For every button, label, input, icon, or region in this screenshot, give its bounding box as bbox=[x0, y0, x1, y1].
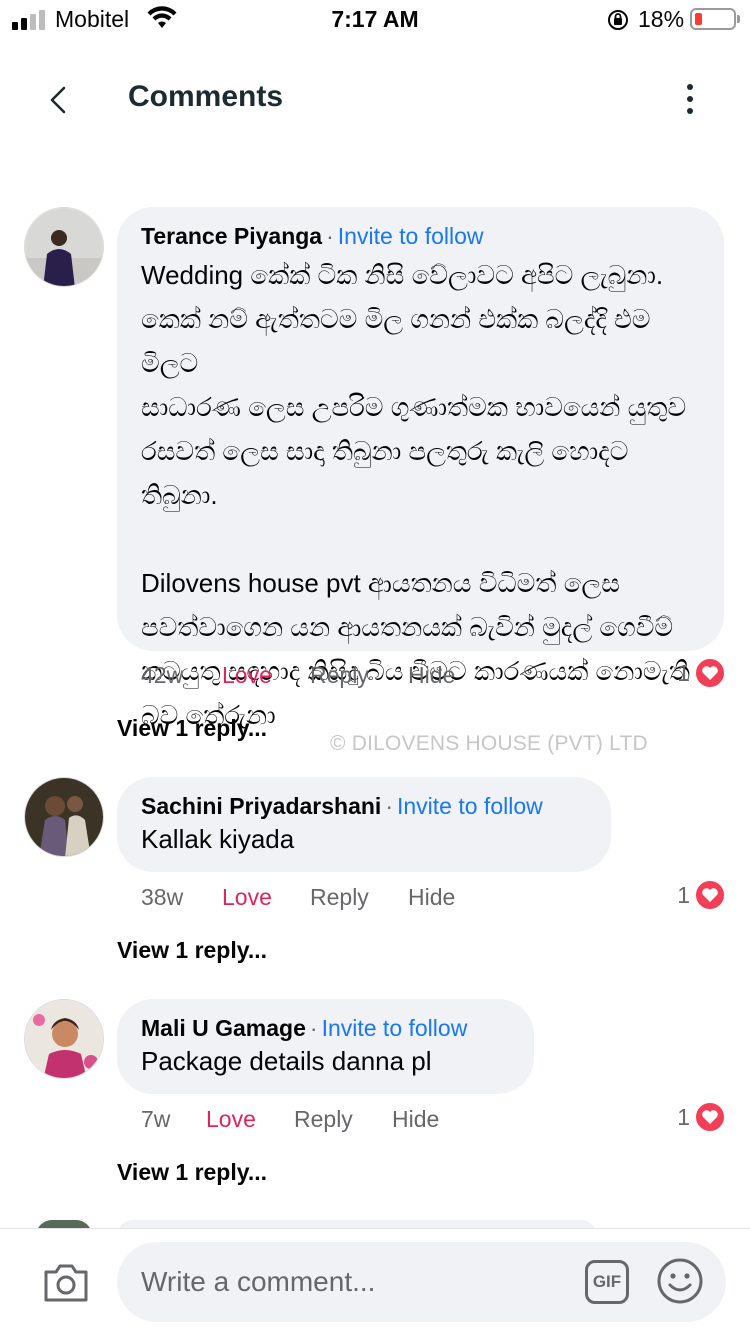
comment-author[interactable]: Sachini Priyadarshani bbox=[141, 793, 381, 819]
comment-bubble[interactable]: Terance Piyanga · Invite to follow Wedding… bbox=[117, 207, 724, 730]
comment-text: Kallak kiyada bbox=[141, 824, 295, 854]
reaction-count: 1 bbox=[677, 1103, 690, 1130]
comment-input-placeholder: Write a comment... bbox=[141, 1266, 376, 1297]
comment-age: 42w bbox=[141, 662, 184, 688]
reaction-count: 1 bbox=[677, 659, 690, 686]
view-replies-link[interactable]: View 1 reply... bbox=[117, 1159, 267, 1186]
orientation-lock-icon bbox=[606, 8, 630, 37]
love-button[interactable]: Love bbox=[206, 1106, 294, 1133]
separator-dot: · bbox=[326, 223, 334, 249]
reply-button[interactable]: Reply bbox=[294, 1106, 392, 1133]
heart-icon bbox=[694, 1101, 726, 1133]
reaction-summary[interactable]: 1 bbox=[677, 879, 726, 911]
comment-actions: 38w Love Reply Hide bbox=[141, 884, 455, 911]
comment-header: Sachini Priyadarshani · Invite to follow bbox=[141, 791, 587, 821]
comment-input[interactable]: Write a comment... GIF bbox=[117, 1242, 726, 1322]
reply-button[interactable]: Reply bbox=[310, 884, 408, 911]
battery-tip bbox=[737, 15, 740, 23]
more-vertical-icon[interactable] bbox=[676, 80, 704, 124]
reply-button[interactable]: Reply bbox=[310, 662, 408, 689]
header: Comments bbox=[0, 60, 750, 140]
status-bar: Mobitel 7:17 AM 18% bbox=[0, 0, 750, 40]
avatar[interactable] bbox=[24, 777, 104, 857]
page-title: Comments bbox=[128, 80, 284, 113]
gif-icon[interactable]: GIF bbox=[585, 1260, 629, 1304]
separator-dot: · bbox=[385, 793, 393, 819]
reaction-count: 1 bbox=[677, 881, 690, 908]
view-replies-link[interactable]: View 1 reply... bbox=[117, 715, 267, 742]
comment-age: 38w bbox=[141, 884, 184, 910]
reaction-summary[interactable]: 1 bbox=[677, 1101, 726, 1133]
avatar[interactable] bbox=[24, 999, 104, 1079]
invite-to-follow-link[interactable]: Invite to follow bbox=[322, 1015, 468, 1041]
battery-percent: 18% bbox=[638, 6, 685, 32]
comment-age: 7w bbox=[141, 1106, 171, 1132]
comment-actions: 42w Love Reply Hide bbox=[141, 662, 455, 689]
watermark: © DILOVENS HOUSE (PVT) LTD bbox=[330, 732, 648, 755]
love-button[interactable]: Love bbox=[222, 662, 310, 689]
comment-actions: 7w Love Reply Hide bbox=[141, 1106, 439, 1133]
heart-icon bbox=[694, 657, 726, 689]
comment-bubble[interactable]: Sachini Priyadarshani · Invite to follow K… bbox=[117, 777, 611, 872]
hide-button[interactable]: Hide bbox=[408, 884, 455, 911]
view-replies-link[interactable]: View 1 reply... bbox=[117, 937, 267, 964]
smiley-icon[interactable] bbox=[655, 1256, 705, 1306]
comment-author[interactable]: Mali U Gamage bbox=[141, 1015, 306, 1041]
invite-to-follow-link[interactable]: Invite to follow bbox=[338, 223, 484, 249]
hide-button[interactable]: Hide bbox=[392, 1106, 439, 1133]
love-button[interactable]: Love bbox=[222, 884, 310, 911]
invite-to-follow-link[interactable]: Invite to follow bbox=[397, 793, 543, 819]
comment-header: Mali U Gamage · Invite to follow bbox=[141, 1013, 510, 1043]
comment-bubble[interactable]: Mali U Gamage · Invite to follow Package d… bbox=[117, 999, 534, 1094]
comment-header: Terance Piyanga · Invite to follow bbox=[141, 221, 700, 251]
chevron-left-icon[interactable] bbox=[40, 78, 80, 122]
separator-dot: · bbox=[309, 1015, 318, 1041]
reaction-summary[interactable]: 1 bbox=[677, 657, 726, 689]
battery-icon bbox=[690, 8, 736, 30]
hide-button[interactable]: Hide bbox=[408, 662, 455, 689]
avatar[interactable] bbox=[24, 207, 104, 287]
comment-text: Package details danna pl bbox=[141, 1046, 432, 1076]
heart-icon bbox=[694, 879, 726, 911]
comment-author[interactable]: Terance Piyanga bbox=[141, 223, 322, 249]
comment-composer: Write a comment... GIF bbox=[0, 1228, 750, 1334]
camera-icon[interactable] bbox=[42, 1262, 90, 1304]
